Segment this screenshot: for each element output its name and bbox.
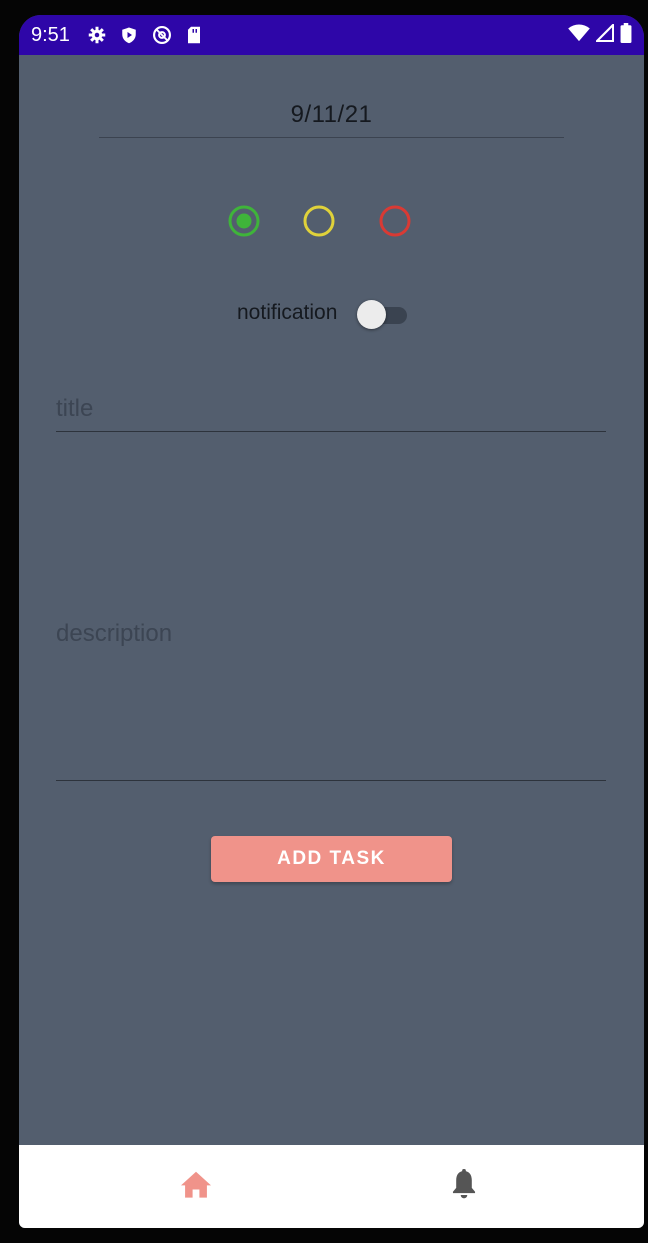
toggle-thumb	[357, 300, 386, 329]
notification-toggle[interactable]	[355, 300, 411, 330]
device-frame: 9:51 9/11/21 notification title descript…	[0, 0, 648, 1243]
app-screen: 9:51 9/11/21 notification title descript…	[19, 15, 644, 1228]
battery-icon	[620, 22, 632, 48]
sd-card-icon	[186, 26, 202, 44]
priority-green-radio[interactable]	[226, 203, 262, 239]
priority-yellow-radio[interactable]	[301, 203, 337, 239]
home-icon	[179, 1169, 213, 1204]
settings-icon	[88, 26, 106, 44]
title-field	[56, 387, 606, 432]
status-bar: 9:51	[19, 15, 644, 55]
wifi-icon	[568, 23, 590, 47]
nav-home-tab[interactable]	[39, 1145, 349, 1228]
at-sign-icon	[152, 25, 172, 45]
status-notification-icons	[88, 25, 202, 45]
signal-icon	[595, 23, 615, 47]
description-input[interactable]	[56, 620, 606, 770]
priority-radio-group	[19, 203, 644, 239]
date-field[interactable]: 9/11/21	[99, 99, 564, 138]
notification-label: notification	[237, 301, 338, 324]
nav-notifications-tab[interactable]	[331, 1145, 643, 1228]
add-task-button[interactable]: ADD TASK	[211, 836, 452, 882]
shield-icon	[120, 26, 138, 44]
status-time: 9:51	[31, 23, 70, 46]
title-input[interactable]	[56, 389, 606, 429]
priority-red-radio[interactable]	[377, 203, 413, 239]
bottom-navigation	[19, 1145, 644, 1228]
description-field	[56, 620, 606, 781]
notification-row: notification	[19, 297, 644, 333]
status-system-icons	[568, 15, 632, 55]
bell-icon	[451, 1168, 477, 1205]
